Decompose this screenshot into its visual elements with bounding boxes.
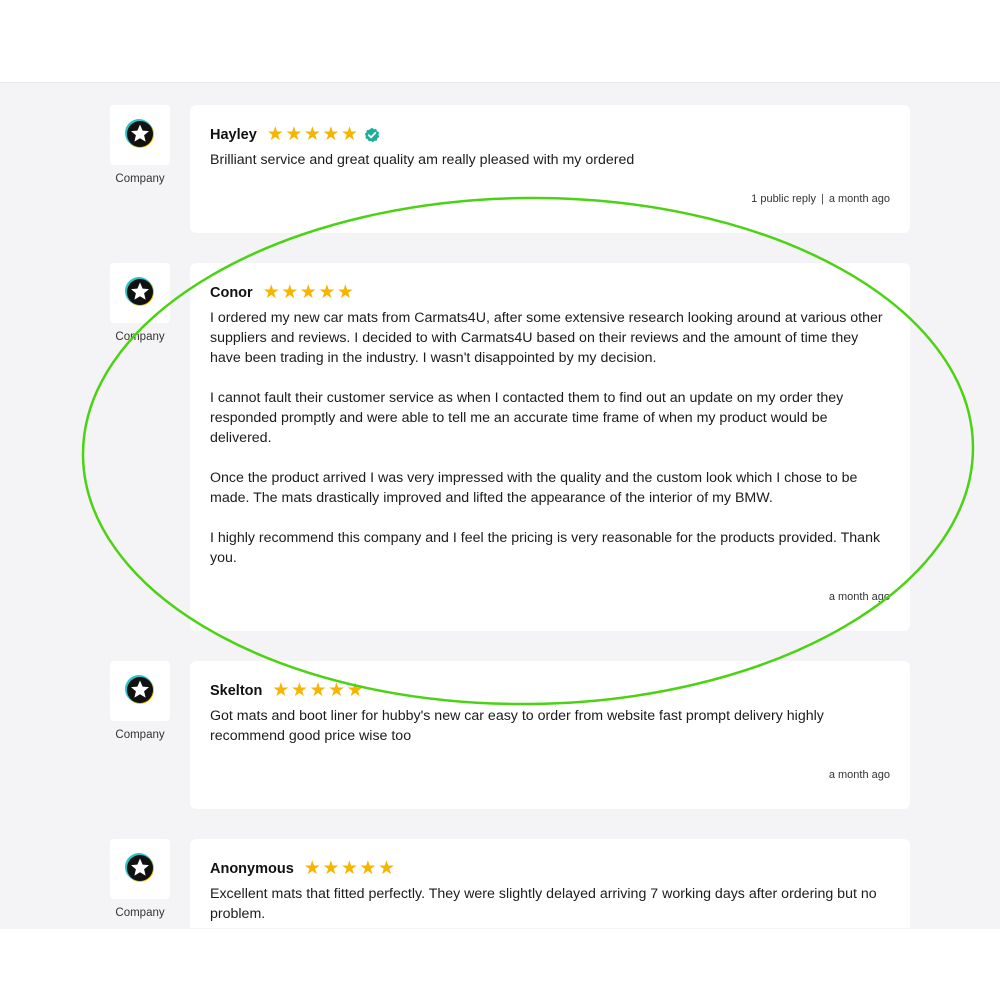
verified-check-icon [364, 127, 379, 143]
company-label: Company [115, 907, 165, 919]
review-header: Conor ★ ★ ★ ★ ★ [210, 283, 355, 303]
star-icon: ★ [272, 680, 290, 701]
star-icon: ★ [336, 282, 354, 303]
review-paragraph: I cannot fault their customer service as… [210, 390, 844, 446]
company-label: Company [115, 173, 165, 185]
star-icon: ★ [299, 282, 317, 303]
review-text: Brilliant service and great quality am r… [210, 150, 890, 170]
star-icon: ★ [290, 680, 308, 701]
company-label: Company [115, 331, 165, 343]
review-card: Anonymous ★ ★ ★ ★ ★ Excellent mats that … [190, 839, 910, 928]
meta-separator: | [820, 193, 824, 205]
star-icon: ★ [322, 124, 340, 145]
star-circle-icon [125, 277, 154, 306]
review-meta: 1 public reply | a month ago [751, 193, 890, 205]
star-circle-icon [125, 675, 154, 704]
review-meta: a month ago [829, 769, 890, 781]
review-card: Hayley ★ ★ ★ ★ ★ Brilliant service and g… [190, 105, 910, 233]
star-circle-icon [125, 119, 154, 148]
company-label: Company [115, 729, 165, 741]
review-time: a month ago [828, 193, 890, 205]
review-header: Hayley ★ ★ ★ ★ ★ [210, 125, 380, 145]
star-icon: ★ [359, 858, 377, 879]
review-paragraph: I highly recommend this company and I fe… [210, 530, 881, 566]
review-paragraph: Once the product arrived I was very impr… [210, 470, 858, 506]
reviewer-name[interactable]: Conor [210, 285, 253, 301]
star-icon: ★ [262, 282, 280, 303]
reviewer-name[interactable]: Skelton [210, 683, 262, 699]
review-card: Skelton ★ ★ ★ ★ ★ Got mats and boot line… [190, 661, 910, 809]
star-icon: ★ [318, 282, 336, 303]
company-badge[interactable] [110, 839, 170, 899]
company-badge[interactable] [110, 661, 170, 721]
star-icon: ★ [322, 858, 340, 879]
star-rating: ★ ★ ★ ★ ★ [267, 125, 360, 145]
review-paragraph: Brilliant service and great quality am r… [210, 152, 635, 168]
review-header: Skelton ★ ★ ★ ★ ★ [210, 681, 365, 701]
review-time: a month ago [828, 591, 890, 603]
reviewer-name[interactable]: Anonymous [210, 861, 294, 877]
review-card: Conor ★ ★ ★ ★ ★ I ordered my new car mat… [190, 263, 910, 631]
star-icon: ★ [328, 680, 346, 701]
review-row: Company Anonymous ★ ★ ★ ★ ★ Excellent ma… [0, 839, 1000, 928]
star-icon: ★ [377, 858, 396, 879]
review-text: I ordered my new car mats from Carmats4U… [210, 308, 890, 568]
review-paragraph: I ordered my new car mats from Carmats4U… [210, 310, 883, 366]
star-rating: ★ ★ ★ ★ ★ [272, 681, 365, 701]
review-text: Got mats and boot liner for hubby's new … [210, 706, 890, 746]
star-icon: ★ [266, 124, 284, 145]
reviewer-name[interactable]: Hayley [210, 127, 257, 143]
star-icon: ★ [340, 124, 358, 145]
star-rating: ★ ★ ★ ★ ★ [304, 859, 397, 879]
review-text: Excellent mats that fitted perfectly. Th… [210, 884, 890, 924]
company-badge[interactable] [110, 263, 170, 323]
star-circle-icon [125, 853, 154, 882]
star-icon: ★ [346, 680, 364, 701]
company-badge[interactable] [110, 105, 170, 165]
star-icon: ★ [285, 124, 303, 145]
review-meta: a month ago [829, 591, 890, 603]
star-icon: ★ [281, 282, 299, 303]
star-icon: ★ [303, 124, 321, 145]
star-icon: ★ [340, 858, 358, 879]
star-icon: ★ [309, 680, 327, 701]
review-header: Anonymous ★ ★ ★ ★ ★ [210, 859, 397, 879]
public-reply-link[interactable]: 1 public reply [751, 193, 816, 205]
star-rating: ★ ★ ★ ★ ★ [263, 283, 356, 303]
star-icon: ★ [303, 858, 321, 879]
review-time: a month ago [828, 769, 890, 781]
review-paragraph: Excellent mats that fitted perfectly. Th… [210, 886, 877, 922]
review-paragraph: Got mats and boot liner for hubby's new … [210, 708, 824, 744]
